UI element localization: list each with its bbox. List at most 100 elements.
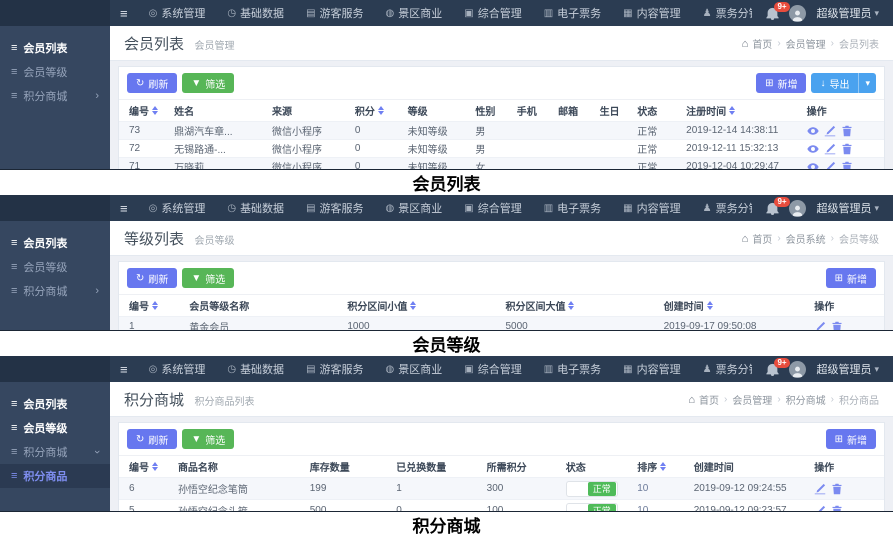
avatar[interactable] bbox=[789, 200, 806, 217]
column-header[interactable]: 注册时间 bbox=[682, 103, 802, 118]
column-header[interactable]: 商品名称 bbox=[174, 459, 306, 474]
sidebar-item[interactable]: ≡ 积分商城 › bbox=[0, 84, 110, 108]
column-header[interactable]: 编号 bbox=[125, 459, 174, 474]
nav-item[interactable]: ▦ 内容管理 bbox=[612, 195, 691, 221]
column-header[interactable]: 积分区间大值 bbox=[501, 298, 659, 313]
sidebar-item[interactable]: ≡ 会员列表 bbox=[0, 392, 110, 416]
column-header[interactable]: 编号 bbox=[125, 103, 170, 118]
refresh-button[interactable]: ↻ 刷新 bbox=[127, 429, 177, 449]
sort-order-link[interactable]: 10 bbox=[637, 483, 648, 494]
edit-icon[interactable] bbox=[824, 161, 836, 170]
breadcrumb-item[interactable]: › 首页 bbox=[699, 392, 719, 407]
column-header[interactable]: 手机 bbox=[513, 103, 554, 118]
edit-icon[interactable] bbox=[824, 143, 836, 155]
nav-item[interactable]: ▥ 电子票务 bbox=[533, 195, 612, 221]
sidebar-item[interactable]: ≡ 会员等级 bbox=[0, 60, 110, 84]
nav-item[interactable]: ◎ 系统管理 bbox=[138, 195, 217, 221]
delete-icon[interactable] bbox=[841, 125, 853, 137]
column-header[interactable]: 已兑换数量 bbox=[392, 459, 482, 474]
status-toggle[interactable]: 正常 bbox=[566, 481, 618, 497]
refresh-button[interactable]: ↻ 刷新 bbox=[127, 268, 177, 288]
column-header[interactable]: 积分 bbox=[351, 103, 404, 118]
breadcrumb-item[interactable]: › 会员系统 bbox=[772, 231, 825, 246]
column-header[interactable]: 库存数量 bbox=[306, 459, 393, 474]
edit-icon[interactable] bbox=[814, 321, 826, 331]
refresh-button[interactable]: ↻ 刷新 bbox=[127, 73, 177, 93]
edit-icon[interactable] bbox=[814, 505, 826, 512]
nav-item[interactable]: ▤ 游客服务 bbox=[295, 356, 374, 382]
view-icon[interactable] bbox=[807, 161, 819, 170]
nav-item[interactable]: ◍ 景区商业 bbox=[375, 356, 454, 382]
column-header[interactable]: 姓名 bbox=[170, 103, 268, 118]
view-icon[interactable] bbox=[807, 143, 819, 155]
filter-button[interactable]: ▼ 筛选 bbox=[182, 429, 234, 449]
nav-item[interactable]: ◍ 景区商业 bbox=[375, 195, 454, 221]
menu-toggle-icon[interactable]: ≡ bbox=[110, 195, 138, 221]
nav-item[interactable]: ◎ 系统管理 bbox=[138, 356, 217, 382]
nav-item[interactable]: ▥ 电子票务 bbox=[533, 356, 612, 382]
view-icon[interactable] bbox=[807, 125, 819, 137]
filter-button[interactable]: ▼ 筛选 bbox=[182, 268, 234, 288]
column-header[interactable]: 积分区间小值 bbox=[343, 298, 501, 313]
sidebar-item[interactable]: ≡ 会员列表 bbox=[0, 231, 110, 255]
sidebar-item[interactable]: ≡ 会员列表 bbox=[0, 36, 110, 60]
edit-icon[interactable] bbox=[824, 125, 836, 137]
breadcrumb-item[interactable]: › 会员管理 bbox=[772, 36, 825, 51]
nav-item[interactable]: ▣ 综合管理 bbox=[453, 195, 532, 221]
nav-item[interactable]: ◷ 基础数据 bbox=[216, 195, 295, 221]
column-header[interactable]: 创建时间 bbox=[660, 298, 811, 313]
breadcrumb-item[interactable]: › 会员管理 bbox=[719, 392, 772, 407]
add-button[interactable]: ⊞ 新增 bbox=[756, 73, 806, 93]
sort-order-link[interactable]: 10 bbox=[637, 505, 648, 511]
nav-item[interactable]: ♟ 票务分销 bbox=[692, 0, 753, 26]
column-header[interactable]: 等级 bbox=[404, 103, 472, 118]
notifications-button[interactable]: 9+ bbox=[766, 363, 779, 376]
table-row[interactable]: 73 鼎湖汽车章... 微信小程序 0 未知等级 男 正常 bbox=[119, 121, 884, 139]
avatar[interactable] bbox=[789, 361, 806, 378]
nav-item[interactable]: ▦ 内容管理 bbox=[612, 356, 691, 382]
column-header[interactable]: 生日 bbox=[596, 103, 634, 118]
nav-item[interactable]: ◍ 景区商业 bbox=[375, 0, 454, 26]
menu-toggle-icon[interactable]: ≡ bbox=[110, 0, 138, 26]
nav-item[interactable]: ▤ 游客服务 bbox=[295, 0, 374, 26]
user-menu[interactable]: 超级管理员 ▾ bbox=[816, 361, 879, 377]
column-header[interactable]: 操作 bbox=[810, 298, 878, 313]
nav-item[interactable]: ▥ 电子票务 bbox=[533, 0, 612, 26]
column-header[interactable]: 邮箱 bbox=[554, 103, 595, 118]
column-header[interactable]: 编号 bbox=[125, 298, 185, 313]
column-header[interactable]: 性别 bbox=[471, 103, 512, 118]
edit-icon[interactable] bbox=[814, 483, 826, 495]
breadcrumb-item[interactable]: › 首页 bbox=[752, 231, 772, 246]
nav-item[interactable]: ▣ 综合管理 bbox=[453, 356, 532, 382]
column-header[interactable]: 状态 bbox=[562, 459, 634, 474]
filter-button[interactable]: ▼ 筛选 bbox=[182, 73, 234, 93]
table-row[interactable]: 6 孙悟空纪念笔筒 199 1 300 正常 bbox=[119, 477, 884, 499]
column-header[interactable]: 排序 bbox=[633, 459, 689, 474]
breadcrumb-item[interactable]: › 会员等级 bbox=[826, 231, 879, 246]
column-header[interactable]: 操作 bbox=[810, 459, 878, 474]
export-button[interactable]: ↓ 导出 bbox=[811, 73, 858, 93]
sidebar-item[interactable]: ≡ 会员等级 bbox=[0, 416, 110, 440]
breadcrumb-item[interactable]: › 首页 bbox=[752, 36, 772, 51]
nav-item[interactable]: ▦ 内容管理 bbox=[612, 0, 691, 26]
delete-icon[interactable] bbox=[841, 161, 853, 170]
table-row[interactable]: 71 万晓莉 微信小程序 0 未知等级 女 正常 bbox=[119, 157, 884, 169]
sidebar-item[interactable]: ≡ 积分商品 bbox=[0, 464, 110, 488]
delete-icon[interactable] bbox=[831, 505, 843, 512]
user-menu[interactable]: 超级管理员 ▾ bbox=[816, 200, 879, 216]
status-toggle[interactable]: 正常 bbox=[566, 503, 618, 512]
sidebar-item[interactable]: ≡ 积分商城 › bbox=[0, 279, 110, 303]
notifications-button[interactable]: 9+ bbox=[766, 7, 779, 20]
nav-item[interactable]: ◷ 基础数据 bbox=[216, 356, 295, 382]
nav-item[interactable]: ◎ 系统管理 bbox=[138, 0, 217, 26]
nav-item[interactable]: ♟ 票务分销 bbox=[692, 195, 753, 221]
avatar[interactable] bbox=[789, 5, 806, 22]
nav-item[interactable]: ♟ 票务分销 bbox=[692, 356, 753, 382]
breadcrumb-item[interactable]: › 积分商品 bbox=[826, 392, 879, 407]
breadcrumb-item[interactable]: › 会员列表 bbox=[826, 36, 879, 51]
delete-icon[interactable] bbox=[831, 321, 843, 331]
column-header[interactable]: 状态 bbox=[633, 103, 682, 118]
table-row[interactable]: 1 黄金会员 1000 5000 2019-09-17 09:50:08 bbox=[119, 316, 884, 330]
nav-item[interactable]: ▣ 综合管理 bbox=[453, 0, 532, 26]
nav-item[interactable]: ◷ 基础数据 bbox=[216, 0, 295, 26]
